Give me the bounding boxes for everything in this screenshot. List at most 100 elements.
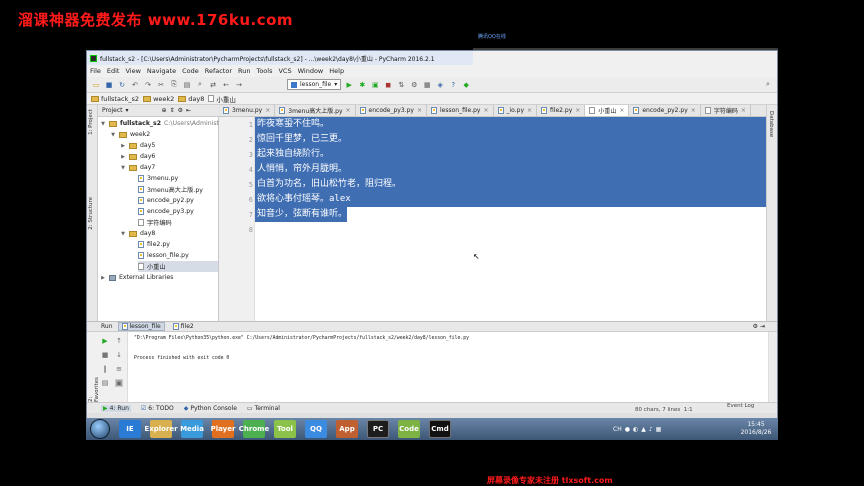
app-icon[interactable]: App: [336, 420, 358, 438]
open-icon[interactable]: ▭: [91, 80, 101, 90]
player-icon[interactable]: Player: [211, 420, 235, 438]
close-icon[interactable]: ×: [346, 107, 351, 114]
favorites-tool-tab[interactable]: 2: Favorites: [88, 376, 100, 402]
close-icon[interactable]: ×: [527, 107, 532, 114]
media-icon[interactable]: Media: [180, 420, 204, 438]
replace-icon[interactable]: ⇄: [208, 80, 218, 90]
terminal-tab[interactable]: ▭ Terminal: [247, 405, 280, 412]
run-icon[interactable]: ▶: [344, 80, 354, 90]
run-tab[interactable]: lesson_file: [117, 322, 165, 331]
gear-icon[interactable]: ⚙: [178, 107, 183, 114]
tree-folder-week2[interactable]: ▼ week2: [110, 129, 150, 140]
chrome-icon[interactable]: Chrome: [239, 420, 269, 438]
editor-tab-active[interactable]: 小重山 ×: [585, 105, 630, 116]
find-icon[interactable]: ⌕: [195, 80, 205, 90]
menu-help[interactable]: Help: [329, 67, 344, 75]
debug-icon[interactable]: ✱: [357, 80, 367, 90]
back-icon[interactable]: ←: [221, 80, 231, 90]
tree-file[interactable]: encode_py3.py: [138, 206, 194, 217]
chevron-down-icon[interactable]: ▾: [126, 107, 129, 114]
structure-tool-tab[interactable]: 2: Structure: [88, 197, 94, 230]
forward-icon[interactable]: →: [234, 80, 244, 90]
tree-folder-day6[interactable]: ▶ day6: [120, 151, 155, 162]
tree-external-libraries[interactable]: ▶ External Libraries: [100, 272, 173, 283]
database-tool-tab[interactable]: Database: [768, 111, 774, 137]
search-everywhere-icon[interactable]: ⌕: [763, 80, 773, 90]
menu-file[interactable]: File: [90, 67, 101, 75]
sync-icon[interactable]: ↻: [117, 80, 127, 90]
tray-icon[interactable]: ●: [625, 426, 630, 433]
tree-file[interactable]: lesson_file.py: [138, 250, 189, 261]
breadcrumb-item[interactable]: 小重山: [208, 94, 236, 104]
explorer-icon[interactable]: Explorer: [144, 420, 178, 438]
menu-window[interactable]: Window: [298, 67, 324, 75]
editor-tab[interactable]: file2.py ×: [537, 105, 586, 116]
run-tab[interactable]: file2: [170, 323, 197, 330]
coverage-icon[interactable]: ▣: [370, 80, 380, 90]
volume-icon[interactable]: ♪: [649, 426, 653, 433]
run-tool-tab[interactable]: ▶ 4: Run: [101, 404, 131, 412]
close-icon[interactable]: ×: [483, 107, 488, 114]
tree-folder-day5[interactable]: ▶ day5: [120, 140, 155, 151]
plugin-icon[interactable]: ◆: [461, 80, 471, 90]
stop-icon[interactable]: ■: [101, 351, 109, 359]
cut-icon[interactable]: ✂: [156, 80, 166, 90]
menu-tools[interactable]: Tools: [256, 67, 272, 75]
scroll-down-icon[interactable]: ↓: [115, 351, 123, 359]
menu-code[interactable]: Code: [182, 67, 199, 75]
tray-icon[interactable]: ▲: [641, 426, 646, 433]
copy-icon[interactable]: ⎘: [169, 80, 179, 90]
close-icon[interactable]: ×: [575, 107, 580, 114]
editor-tab[interactable]: 3menu.py ×: [219, 105, 276, 116]
tree-file-selected[interactable]: 小重山: [138, 261, 218, 272]
menu-run[interactable]: Run: [238, 67, 250, 75]
vcs-icon[interactable]: ⇅: [396, 80, 406, 90]
menu-view[interactable]: View: [125, 67, 140, 75]
save-icon[interactable]: ■: [104, 80, 114, 90]
tray-icon[interactable]: ◐: [633, 426, 638, 433]
editor-tab[interactable]: encode_py2.py ×: [629, 105, 701, 116]
editor-tab[interactable]: lesson_file.py ×: [426, 105, 494, 116]
undo-icon[interactable]: ↶: [130, 80, 140, 90]
tree-file[interactable]: file2.py: [138, 239, 170, 250]
qq-icon[interactable]: QQ: [305, 420, 327, 438]
pause-icon[interactable]: ‖: [101, 365, 109, 373]
tree-file[interactable]: 字符编码: [138, 217, 172, 228]
help-icon[interactable]: ?: [448, 80, 458, 90]
menu-vcs[interactable]: VCS: [278, 67, 291, 75]
python-console-tab[interactable]: ◆ Python Console: [184, 405, 237, 412]
run-config-select[interactable]: lesson_file ▾: [287, 79, 342, 90]
sync-icon[interactable]: ⊕: [162, 107, 167, 114]
tree-file[interactable]: 3menu高大上版.py: [138, 184, 203, 195]
code-icon[interactable]: Code: [398, 420, 420, 438]
breadcrumb-item[interactable]: day8: [178, 95, 204, 103]
structure-icon[interactable]: ▦: [422, 80, 432, 90]
menu-navigate[interactable]: Navigate: [147, 67, 176, 75]
todo-tool-tab[interactable]: ☑ 6: TODO: [141, 405, 174, 412]
breadcrumb-item[interactable]: fullstack_s2: [91, 95, 139, 103]
tree-folder-day7[interactable]: ▼ day7: [120, 162, 155, 173]
project-tool-tab[interactable]: 1: Project: [88, 109, 94, 135]
language-indicator[interactable]: CH: [613, 426, 622, 433]
breadcrumb-item[interactable]: week2: [143, 95, 174, 103]
dump-icon[interactable]: ▤: [101, 379, 109, 387]
stop-icon[interactable]: ◼: [383, 80, 393, 90]
editor-tab[interactable]: encode_py3.py ×: [355, 105, 427, 116]
paste-icon[interactable]: ▤: [182, 80, 192, 90]
tree-root[interactable]: ▼ fullstack_s2 C:\Users\Administrator: [100, 118, 234, 129]
tree-file[interactable]: encode_py2.py: [138, 195, 194, 206]
run-console[interactable]: "D:\Program Files\Python35\python.exe" C…: [128, 332, 768, 402]
console-scrollbar[interactable]: [768, 332, 777, 402]
start-button[interactable]: [90, 419, 110, 439]
network-icon[interactable]: ▦: [656, 426, 662, 433]
cmd-icon[interactable]: Cmd: [429, 420, 451, 438]
print-icon[interactable]: ▣: [115, 379, 123, 387]
collapse-icon[interactable]: ⇕: [170, 107, 175, 114]
event-log-tab[interactable]: Event Log: [727, 403, 754, 409]
close-icon[interactable]: ×: [619, 107, 624, 114]
taskbar-clock[interactable]: 15:45 2016/8/26: [736, 421, 776, 437]
close-icon[interactable]: ×: [741, 107, 746, 114]
code-editor[interactable]: 1 2 3 4 5 6 7 8 昨夜寒蛩不住鸣。 惊回千里梦，已三更。 起来独自…: [219, 117, 766, 321]
pycharm-taskbar-icon[interactable]: PC: [367, 420, 389, 438]
tree-folder-day8[interactable]: ▼ day8: [120, 228, 155, 239]
